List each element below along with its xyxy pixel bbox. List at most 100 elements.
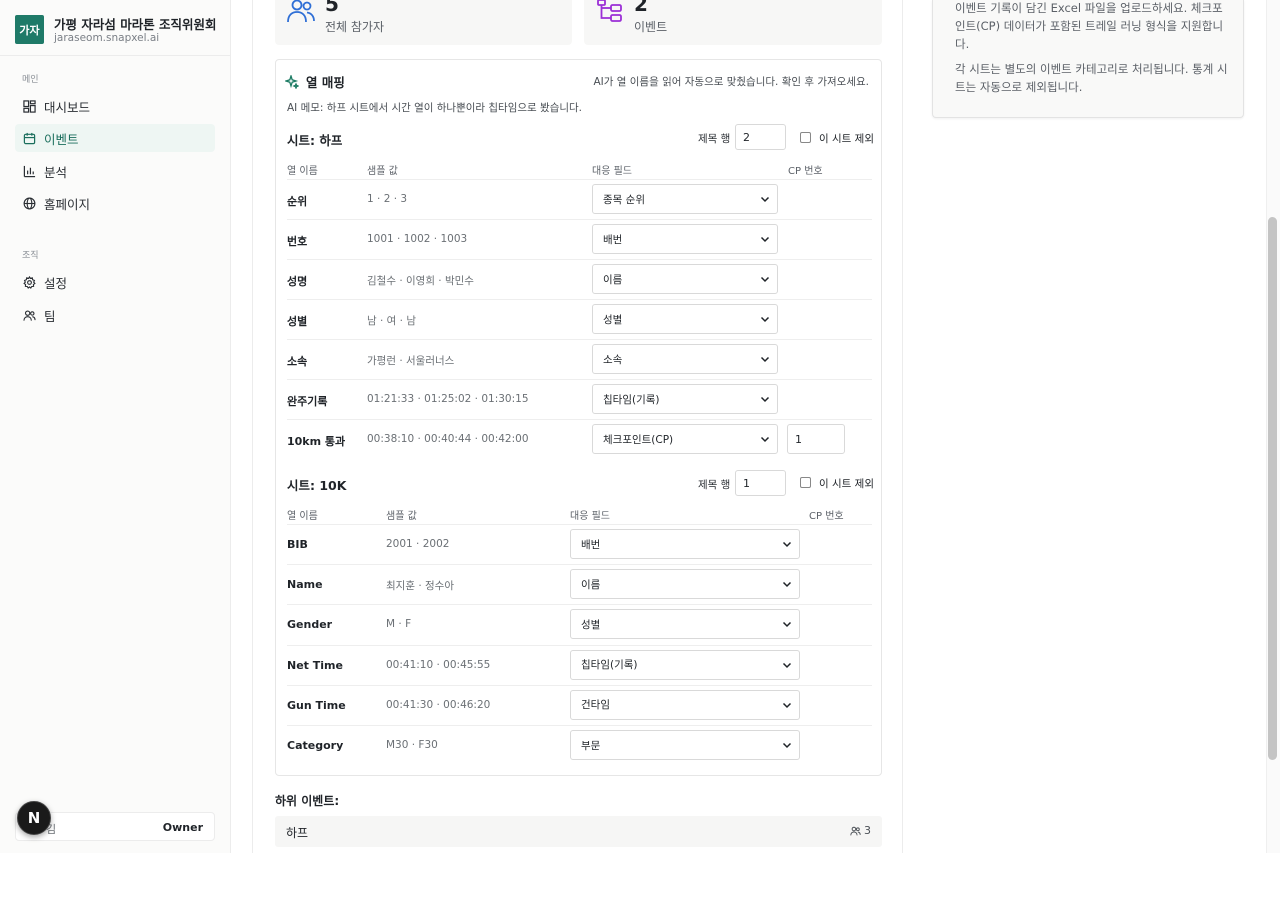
row-divider: [287, 524, 872, 525]
stat-card-participants: 5 전체 참가자: [275, 0, 572, 45]
gear-icon: [22, 275, 36, 289]
cp-number-input[interactable]: 1: [787, 424, 845, 454]
sub-event-name: 하프: [286, 826, 309, 840]
mapping-sample-value: 남 · 여 · 남: [367, 315, 417, 327]
bar-chart-icon: [22, 164, 36, 178]
field-select[interactable]: 배번: [570, 529, 800, 559]
field-select[interactable]: 배번: [592, 224, 778, 254]
dashboard-icon: [22, 99, 36, 113]
mapping-sample-value: 00:41:30 · 00:46:20: [386, 698, 491, 711]
org-name: 가평 자라섬 마라톤 조직위원회: [54, 17, 217, 32]
field-select-value: 배번: [603, 233, 623, 246]
sidebar-item-label: 대시보드: [44, 99, 91, 115]
mapping-title-text: 열 매핑: [306, 75, 345, 90]
row-divider: [287, 379, 872, 380]
field-select[interactable]: 칩타임(기록): [592, 384, 778, 414]
field-select[interactable]: 부문: [570, 730, 800, 760]
header-row-label: 제목 행: [698, 133, 731, 145]
users-icon: [22, 308, 36, 322]
field-select-value: 체크포인트(CP): [603, 433, 674, 446]
row-divider: [287, 604, 872, 606]
sidebar-item-events[interactable]: 이벤트: [15, 124, 215, 152]
sidebar-item-label: 이벤트: [44, 131, 79, 147]
sidebar-item-label: 설정: [44, 275, 68, 291]
mapping-sample-value: 00:41:10 · 00:45:55: [386, 658, 491, 671]
col-header-sample: 샘플 값: [367, 166, 398, 177]
header-row-input[interactable]: 1: [735, 470, 786, 496]
row-divider: [287, 299, 872, 300]
stat-label: 이벤트: [634, 20, 668, 34]
row-divider: [287, 684, 872, 686]
exclude-sheet-label: 이 시트 제외: [819, 133, 874, 145]
mapping-sample-value: M30 · F30: [386, 739, 438, 751]
sidebar-item-settings[interactable]: 설정: [15, 268, 215, 296]
mapping-column-name: 성명: [287, 275, 308, 288]
org-header[interactable]: 가자 가평 자라섬 마라톤 조직위원회 jaraseom.snapxel.ai: [0, 0, 230, 56]
mapping-column-name: BIB: [287, 538, 308, 551]
org-logo: 가자: [15, 15, 44, 44]
exclude-sheet-checkbox[interactable]: [800, 477, 811, 488]
header-row-label: 제목 행: [698, 479, 731, 491]
chevron-down-icon: [759, 393, 771, 405]
field-select-value: 칩타임(기록): [581, 659, 638, 672]
field-select-value: 성별: [581, 618, 601, 631]
sidebar-item-homepage[interactable]: 홈페이지: [15, 189, 215, 217]
sub-event-row[interactable]: 하프 3: [275, 816, 882, 847]
users-icon: [850, 826, 861, 836]
row-divider: [287, 419, 872, 420]
mapping-sample-value: 00:38:10 · 00:40:44 · 00:42:00: [367, 433, 529, 445]
mapping-sample-value: 최지훈 · 정수아: [386, 580, 454, 593]
field-select[interactable]: 종목 순위: [592, 184, 778, 214]
mapping-column-name: Gender: [287, 618, 333, 632]
header-row-input[interactable]: 2: [735, 124, 786, 150]
sidebar-item-analytics[interactable]: 분석: [15, 157, 215, 185]
field-select[interactable]: 성별: [592, 304, 778, 334]
mapping-column-name: Gun Time: [287, 698, 346, 712]
dev-badge-n[interactable]: N: [17, 801, 51, 835]
field-select[interactable]: 체크포인트(CP): [592, 424, 778, 454]
col-header-name: 열 이름: [287, 166, 318, 177]
sidebar-item-dashboard[interactable]: 대시보드: [15, 92, 215, 120]
ai-memo: AI 메모: 하프 시트에서 시간 열이 하나뿐이라 칩타임으로 봤습니다.: [287, 102, 583, 114]
field-select-value: 건타임: [581, 699, 610, 712]
sidebar-item-label: 분석: [44, 164, 68, 180]
col-header-field: 대응 필드: [592, 166, 632, 177]
mapping-hint: AI가 열 이름을 읽어 자동으로 맞췄습니다. 확인 후 가져오세요.: [593, 76, 870, 88]
mapping-sample-value: 1 · 2 · 3: [367, 193, 408, 205]
exclude-sheet-checkbox[interactable]: [800, 132, 811, 143]
mapping-column-name: 소속: [287, 355, 308, 368]
calendar-icon: [22, 131, 36, 145]
field-select[interactable]: 칩타임(기록): [570, 649, 800, 680]
stat-value: 2: [634, 0, 648, 16]
field-select[interactable]: 이름: [570, 569, 800, 600]
field-select-value: 성별: [603, 313, 623, 326]
mapping-sample-value: M · F: [386, 618, 412, 631]
mapping-column-name: 성별: [287, 315, 308, 328]
globe-icon: [22, 196, 36, 210]
sidebar-item-label: 팀: [44, 308, 56, 324]
main-content: 5 전체 참가자 2 이벤트 열 매핑 AI가 열 이름을 읽어 자동으로 맞췄…: [252, 0, 903, 853]
chevron-down-icon: [759, 193, 771, 205]
field-select[interactable]: 소속: [592, 344, 778, 374]
sidebar-item-team[interactable]: 팀: [15, 301, 215, 329]
sheet-title: 시트: 하프: [287, 133, 343, 148]
sheet-title: 시트: 10K: [287, 478, 347, 493]
mapping-column-name: 완주기록: [287, 395, 328, 408]
col-header-cp: CP 번호: [809, 511, 844, 522]
mapping-column-name: Net Time: [287, 658, 343, 672]
sidebar: 가자 가평 자라섬 마라톤 조직위원회 jaraseom.snapxel.ai …: [0, 0, 231, 853]
mapping-column-name: Category: [287, 739, 344, 752]
chevron-down-icon: [781, 618, 793, 630]
user-role: Owner: [162, 821, 203, 834]
field-select[interactable]: 이름: [592, 264, 778, 294]
row-divider: [287, 219, 872, 220]
nav-section-org: 조직: [22, 251, 39, 261]
mapping-column-name: 번호: [287, 235, 308, 248]
mapping-sample-value: 1001 · 1002 · 1003: [367, 233, 468, 245]
chevron-down-icon: [759, 353, 771, 365]
field-select[interactable]: 건타임: [570, 689, 800, 720]
sparkle-icon: [285, 74, 299, 89]
field-select[interactable]: 성별: [570, 609, 800, 640]
scrollbar-thumb[interactable]: [1268, 217, 1277, 760]
upload-info-note: 각 시트는 별도의 이벤트 카테고리로 처리됩니다. 통계 시트는 자동으로 제…: [955, 62, 1228, 94]
